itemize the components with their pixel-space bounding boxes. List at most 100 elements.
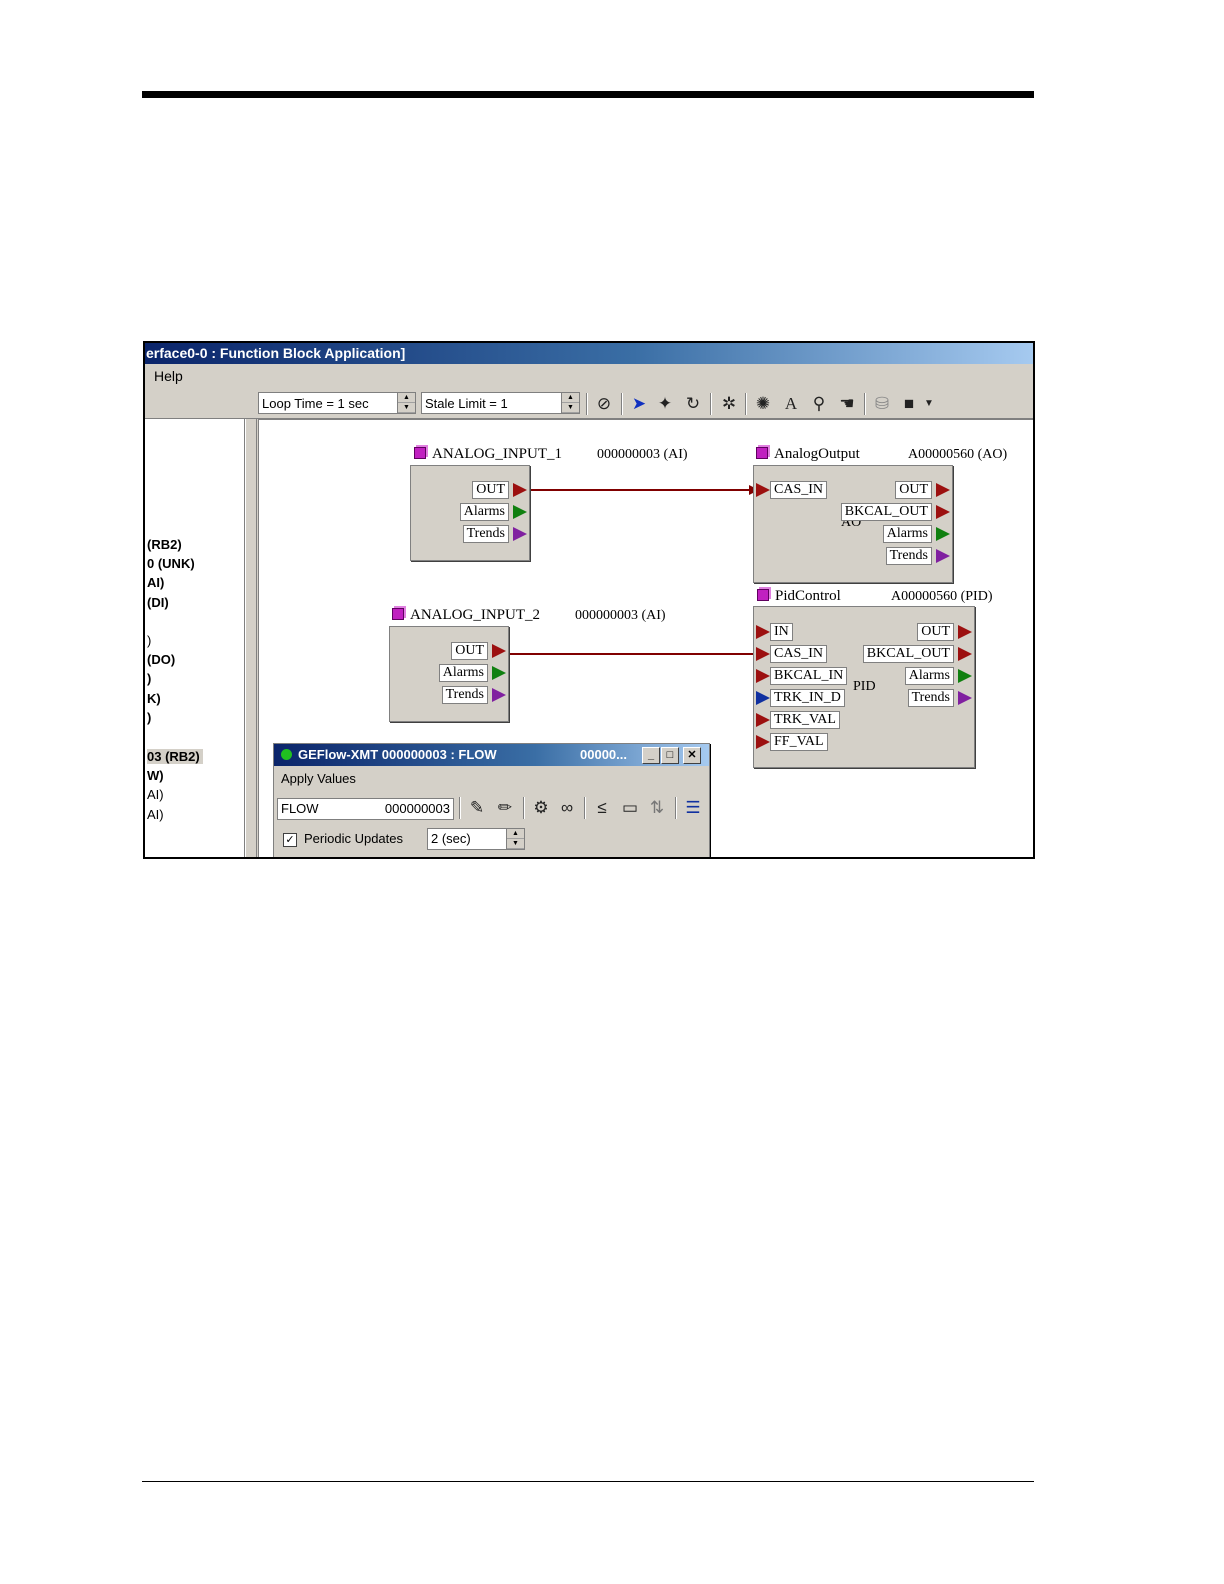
ai2-title[interactable]: ANALOG_INPUT_2 [392,607,540,624]
stale-limit-spinner[interactable]: ▲ ▼ [561,393,579,413]
stale-limit-select[interactable]: Stale Limit = 1 ▲ ▼ [421,392,580,414]
tree-item[interactable]: AI) [147,787,164,802]
ai2-port-trends[interactable]: Trends [441,686,488,704]
port-arrow-icon[interactable] [756,713,770,727]
pencil-icon[interactable]: ✏ [494,797,516,819]
pointer-icon[interactable]: ➤ [628,393,650,415]
tree-item[interactable]: (RB2) [147,537,182,552]
port-arrow-icon[interactable] [756,483,770,497]
maximize-icon[interactable]: □ [661,747,679,764]
ao-port-cas-in[interactable]: CAS_IN [770,481,828,499]
pane-splitter[interactable] [245,419,257,857]
update-period-spinner[interactable]: ▲ ▼ [506,829,524,849]
block-name-field[interactable]: FLOW 000000003 [277,798,454,820]
dropdown-icon[interactable]: ▼ [923,393,935,415]
color-icon[interactable]: ■ [898,393,920,415]
details-icon[interactable]: ☰ [682,797,704,819]
list-icon[interactable]: ≤ [591,797,613,819]
gear-icon[interactable]: ✺ [752,393,774,415]
port-arrow-icon[interactable] [936,505,950,519]
port-arrow-icon[interactable] [958,691,972,705]
port-arrow-icon[interactable] [958,625,972,639]
ai2-port-out[interactable]: OUT [451,642,488,660]
tree-item[interactable]: AI) [147,807,164,822]
port-arrow-icon[interactable] [756,735,770,749]
port-arrow-icon[interactable] [936,483,950,497]
pid-port-bkcal-out[interactable]: BKCAL_OUT [862,645,954,663]
tree-item[interactable]: ) [147,633,151,648]
ai1-title[interactable]: ANALOG_INPUT_1 [414,446,562,463]
ao-port-out[interactable]: OUT [895,481,932,499]
pid-title[interactable]: PidControl [757,588,841,605]
tree-item[interactable]: AI) [147,575,164,590]
text-icon[interactable]: A [780,393,802,415]
refresh-icon[interactable]: ↻ [682,393,704,415]
hand-icon[interactable]: ☚ [836,393,858,415]
port-arrow-icon[interactable] [492,666,506,680]
port-arrow-icon[interactable] [936,527,950,541]
port-arrow-icon[interactable] [513,483,527,497]
tree-item[interactable]: ) [147,710,151,725]
pid-port-alarms[interactable]: Alarms [904,667,954,685]
ao-port-alarms[interactable]: Alarms [882,525,932,543]
pid-block[interactable]: IN CAS_IN BKCAL_IN TRK_IN_D TRK_VAL FF_V… [753,606,975,768]
pid-port-in[interactable]: IN [770,623,793,641]
pid-port-trends[interactable]: Trends [907,689,954,707]
port-arrow-icon[interactable] [756,669,770,683]
port-arrow-icon[interactable] [492,688,506,702]
ai2-block[interactable]: OUT Alarms Trends [389,626,509,722]
tree-item[interactable]: W) [147,768,164,783]
loop-time-select[interactable]: Loop Time = 1 sec ▲ ▼ [258,392,416,414]
block-detail-dialog[interactable]: GEFlow-XMT 000000003 : FLOW 00000... _ □… [273,743,710,857]
find-icon[interactable]: ⚙ [530,797,552,819]
port-arrow-icon[interactable] [513,527,527,541]
minimize-icon[interactable]: _ [642,747,660,764]
pid-port-ff-val[interactable]: FF_VAL [770,733,828,751]
check-icon[interactable]: ⊘ [593,393,615,415]
ai1-port-trends[interactable]: Trends [462,525,509,543]
paint-icon[interactable]: ⛁ [871,393,893,415]
menu-apply-values[interactable]: Apply Values [281,771,356,786]
ai1-port-alarms[interactable]: Alarms [459,503,509,521]
port-arrow-icon[interactable] [958,669,972,683]
ao-block[interactable]: CAS_IN OUT AO BKCAL_OUT Alarms Trends [753,465,953,583]
ao-title[interactable]: AnalogOutput [756,446,860,463]
port-arrow-icon[interactable] [492,644,506,658]
glasses-icon[interactable]: ∞ [556,797,578,819]
ao-port-trends[interactable]: Trends [885,547,932,565]
menu-help[interactable]: Help [154,364,183,389]
update-period-select[interactable]: 2 (sec) ▲ ▼ [427,828,525,850]
port-arrow-icon[interactable] [958,647,972,661]
pid-port-trk-in-d[interactable]: TRK_IN_D [770,689,845,707]
port-arrow-icon[interactable] [756,647,770,661]
tree-item[interactable]: K) [147,691,161,706]
tree-item-selected[interactable]: 03 (RB2) [147,749,203,764]
tree-item[interactable]: (DI) [147,595,169,610]
ai1-port-out[interactable]: OUT [472,481,509,499]
edit-icon[interactable]: ✎ [466,797,488,819]
ao-port-bkcal-out[interactable]: BKCAL_OUT [840,503,932,521]
pid-port-cas-in[interactable]: CAS_IN [770,645,828,663]
port-arrow-icon[interactable] [756,691,770,705]
tree-item[interactable]: 0 (UNK) [147,556,195,571]
pid-port-out[interactable]: OUT [917,623,954,641]
zoom-icon[interactable]: ⚲ [808,393,830,415]
close-icon[interactable]: ✕ [683,747,701,764]
function-block-canvas[interactable]: ANALOG_INPUT_1 000000003 (AI) OUT Alarms… [258,419,1033,857]
ai2-port-alarms[interactable]: Alarms [438,664,488,682]
sort-icon[interactable]: ⇅ [646,797,668,819]
tree-item[interactable]: (DO) [147,652,175,667]
ai1-block[interactable]: OUT Alarms Trends [410,465,530,561]
sparkle-icon[interactable]: ✲ [718,393,740,415]
dialog-title-bar[interactable]: GEFlow-XMT 000000003 : FLOW 00000... _ □… [274,744,709,766]
port-arrow-icon[interactable] [756,625,770,639]
pid-port-bkcal-in[interactable]: BKCAL_IN [770,667,848,685]
loop-time-spinner[interactable]: ▲ ▼ [397,393,415,413]
pid-port-trk-val[interactable]: TRK_VAL [770,711,840,729]
port-arrow-icon[interactable] [513,505,527,519]
periodic-updates-checkbox[interactable]: ✓ [283,833,297,847]
link-icon[interactable]: ✦ [654,393,676,415]
folder-icon[interactable]: ▭ [619,797,641,819]
tree-item[interactable]: ) [147,671,151,686]
port-arrow-icon[interactable] [936,549,950,563]
